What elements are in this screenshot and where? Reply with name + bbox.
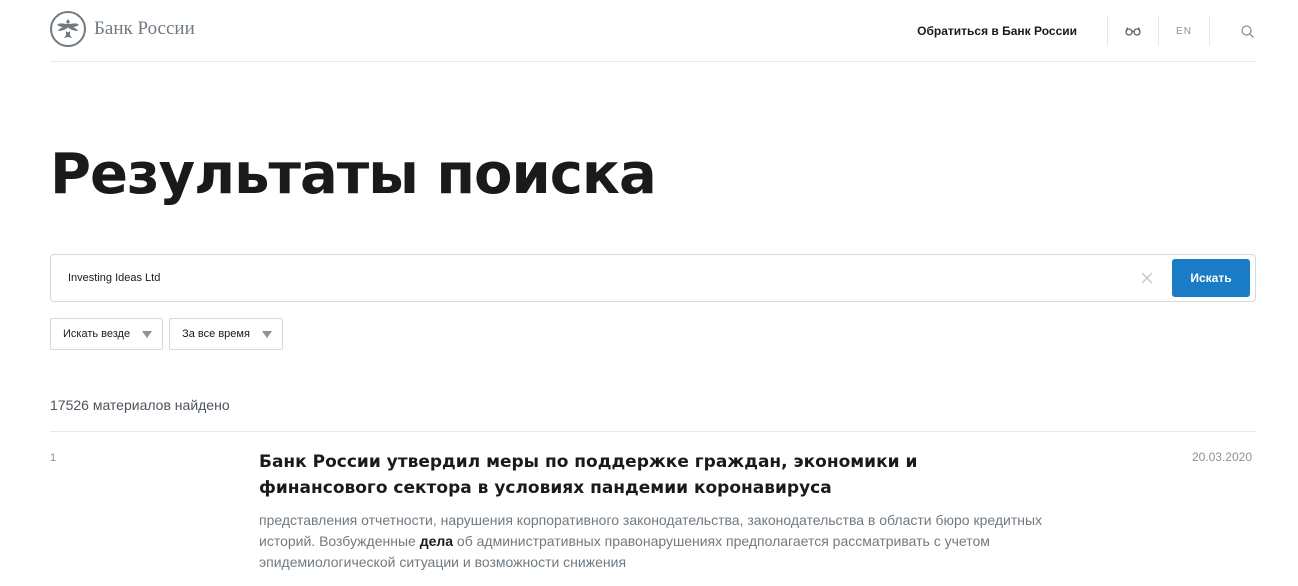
result-date: 20.03.2020 [1191, 450, 1252, 464]
result-snippet: представления отчетности, нарушения корп… [259, 510, 1049, 573]
result-title-link[interactable]: Банк России утвердил меры по поддержке г… [259, 449, 1029, 501]
filter-label: За все время [182, 328, 250, 340]
header-actions: Обратиться в Банк России EN [917, 0, 1256, 62]
header-search-button[interactable] [1210, 16, 1256, 46]
dropdown-arrow-icon [261, 330, 272, 338]
results-count: 17526 материалов найдено [50, 397, 230, 413]
site-header: Банк России Обратиться в Банк России EN [50, 0, 1256, 62]
search-input[interactable] [68, 255, 1118, 301]
accessibility-button[interactable] [1108, 16, 1158, 46]
contact-bank-link[interactable]: Обратиться в Банк России [917, 24, 1107, 38]
filter-label: Искать везде [63, 328, 131, 340]
divider [50, 431, 1256, 432]
language-switch[interactable]: EN [1159, 16, 1209, 46]
search-icon [1241, 24, 1254, 38]
search-filters: Искать везде За все время [50, 318, 283, 350]
snippet-highlight: дела [419, 533, 454, 549]
close-icon [1141, 272, 1153, 284]
logo-text: Банк России [94, 18, 195, 39]
logo-link[interactable]: Банк России [50, 11, 195, 47]
result-number: 1 [50, 452, 57, 464]
page-title: Результаты поиска [50, 142, 657, 207]
scope-filter-select[interactable]: Искать везде [50, 318, 164, 350]
period-filter-select[interactable]: За все время [169, 318, 283, 350]
dropdown-arrow-icon [142, 330, 153, 338]
glasses-icon [1125, 27, 1141, 36]
eagle-emblem-icon [50, 11, 86, 47]
search-bar: Искать [50, 254, 1256, 302]
clear-search-button[interactable] [1139, 270, 1155, 286]
search-submit-button[interactable]: Искать [1172, 259, 1250, 297]
